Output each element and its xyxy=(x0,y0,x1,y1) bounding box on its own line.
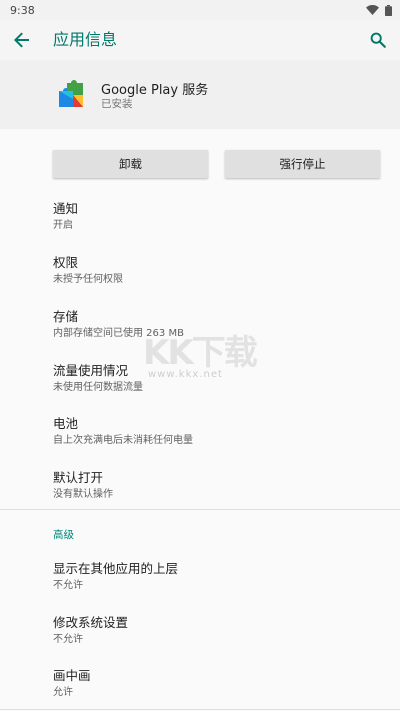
app-header: Google Play 服务 已安装 xyxy=(0,60,400,129)
setting-picture-in-picture[interactable]: 画中画 允许 xyxy=(0,658,400,710)
section-label-advanced: 高级 xyxy=(53,529,74,541)
setting-battery[interactable]: 电池 自上次充满电后未消耗任何电量 xyxy=(0,406,400,458)
setting-title: 默认打开 xyxy=(53,470,104,485)
setting-subtitle: 不允许 xyxy=(53,634,83,645)
app-install-status: 已安装 xyxy=(101,98,133,110)
setting-subtitle: 未使用任何数据流量 xyxy=(53,382,143,393)
setting-title: 电池 xyxy=(53,416,79,431)
setting-open-by-default[interactable]: 默认打开 没有默认操作 xyxy=(0,460,400,512)
setting-permissions[interactable]: 权限 未授予任何权限 xyxy=(0,245,400,297)
section-divider xyxy=(0,509,400,510)
setting-subtitle: 允许 xyxy=(53,687,73,698)
status-bar: 9:38 xyxy=(0,0,400,20)
status-time: 9:38 xyxy=(10,3,35,17)
status-icons xyxy=(366,4,392,16)
setting-title: 存储 xyxy=(53,309,79,324)
setting-subtitle: 没有默认操作 xyxy=(53,489,113,500)
setting-notifications[interactable]: 通知 开启 xyxy=(0,191,400,243)
battery-icon xyxy=(385,4,392,16)
uninstall-button[interactable]: 卸载 xyxy=(53,150,208,178)
search-button[interactable] xyxy=(366,28,390,52)
setting-data-usage[interactable]: 流量使用情况 未使用任何数据流量 xyxy=(0,353,400,405)
setting-storage[interactable]: 存储 内部存储空间已使用 263 MB xyxy=(0,299,400,351)
setting-subtitle: 开启 xyxy=(53,220,73,231)
setting-title: 修改系统设置 xyxy=(53,615,129,630)
setting-subtitle: 未授予任何权限 xyxy=(53,274,123,285)
setting-title: 流量使用情况 xyxy=(53,363,129,378)
search-icon xyxy=(370,32,386,48)
setting-modify-system-settings[interactable]: 修改系统设置 不允许 xyxy=(0,605,400,657)
setting-display-over-apps[interactable]: 显示在其他应用的上层 不允许 xyxy=(0,551,400,603)
setting-title: 权限 xyxy=(53,255,79,270)
action-buttons: 卸载 强行停止 xyxy=(0,129,400,191)
force-stop-button[interactable]: 强行停止 xyxy=(225,150,380,178)
setting-subtitle: 不允许 xyxy=(53,580,83,591)
google-play-services-icon xyxy=(59,80,83,107)
setting-subtitle: 内部存储空间已使用 263 MB xyxy=(53,328,184,339)
setting-subtitle: 自上次充满电后未消耗任何电量 xyxy=(53,435,193,446)
app-bar: 应用信息 xyxy=(0,20,400,60)
setting-title: 显示在其他应用的上层 xyxy=(53,561,179,576)
page-title: 应用信息 xyxy=(53,30,118,49)
bottom-divider xyxy=(0,709,400,710)
back-button[interactable] xyxy=(10,28,34,52)
setting-title: 通知 xyxy=(53,201,79,216)
setting-title: 画中画 xyxy=(53,668,91,683)
wifi-icon xyxy=(366,5,379,15)
arrow-back-icon xyxy=(14,32,29,48)
